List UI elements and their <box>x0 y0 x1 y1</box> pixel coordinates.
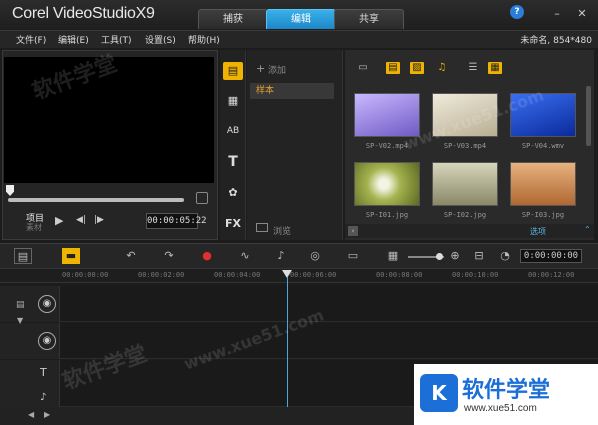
folder-sample[interactable]: 样本 <box>250 83 334 99</box>
library-scrollbar[interactable] <box>586 86 591 146</box>
ruler-tick: 00:00:10:00 <box>452 271 499 279</box>
prev-frame-icon[interactable]: ◀| <box>76 215 86 225</box>
track-manager-icon[interactable]: ▤ <box>16 300 25 310</box>
tab-share[interactable]: 共享 <box>334 9 404 29</box>
motion-tracking-icon[interactable]: ◎ <box>306 248 324 264</box>
menu-help[interactable]: 帮助(H) <box>188 33 220 46</box>
clock-icon[interactable]: ◔ <box>496 248 514 264</box>
browse-label[interactable]: 浏览 <box>273 224 291 237</box>
menu-edit[interactable]: 编辑(E) <box>58 33 89 46</box>
watermark-logo-icon: K <box>420 374 458 412</box>
filter-icon[interactable]: FX <box>223 215 243 233</box>
title-icon[interactable]: T <box>223 153 243 171</box>
enlarge-preview-icon[interactable] <box>196 192 208 204</box>
collapse-icon[interactable]: ‹ <box>348 226 358 236</box>
menu-file[interactable]: 文件(F) <box>16 33 46 46</box>
watermark-title: 软件学堂 <box>462 378 551 403</box>
ruler-tick: 00:00:08:00 <box>376 271 423 279</box>
title-track-icon[interactable]: T <box>40 366 47 379</box>
graphic-icon[interactable]: ✿ <box>223 184 243 202</box>
sound-mixer-icon[interactable]: ∿ <box>236 248 254 264</box>
auto-music-icon[interactable]: ♪ <box>272 248 290 264</box>
show-videos-icon[interactable]: ▤ <box>386 62 400 74</box>
show-photos-icon[interactable]: ▨ <box>410 62 424 74</box>
zoom-in-icon[interactable]: ⊕ <box>446 248 464 264</box>
app-logo: Corel VideoStudioX9 <box>12 5 155 22</box>
thumbnail-view-icon[interactable]: ▦ <box>488 62 502 74</box>
close-icon[interactable]: ✕ <box>575 7 589 21</box>
add-folder-label[interactable]: 添加 <box>268 63 286 76</box>
scroll-left-icon[interactable]: ◀ <box>28 410 34 419</box>
transition-icon[interactable]: AB <box>223 122 243 140</box>
thumbnail[interactable] <box>510 162 576 206</box>
scroll-right-icon[interactable]: ▶ <box>44 410 50 419</box>
player-timecode[interactable]: 00:00:05:22 <box>146 213 207 229</box>
thumbnail[interactable] <box>354 162 420 206</box>
voice-track-icon[interactable]: ♪ <box>40 392 46 403</box>
thumbnail-caption: SP-I03.jpg <box>521 211 565 219</box>
record-capture-icon[interactable]: ● <box>198 248 216 264</box>
video-track-icon[interactable]: ◉ <box>38 295 56 313</box>
storyboard-view-icon[interactable]: ▤ <box>14 248 32 264</box>
thumbnail-caption: SP-V03.mp4 <box>443 142 487 150</box>
undo-icon[interactable]: ↶ <box>122 248 140 264</box>
overlay-track-icon[interactable]: ◉ <box>38 332 56 350</box>
track-header <box>0 390 60 407</box>
redo-icon[interactable]: ↷ <box>160 248 178 264</box>
ruler-tick: 00:00:02:00 <box>138 271 185 279</box>
options-button[interactable]: 选项 <box>530 226 546 237</box>
tab-capture[interactable]: 捕获 <box>198 9 268 29</box>
folder-icon[interactable]: ▭ <box>356 62 370 74</box>
multi-trim-icon[interactable]: ▦ <box>384 248 402 264</box>
mode-clip[interactable]: 素材 <box>26 222 42 233</box>
ruler-tick: 00:00:04:00 <box>214 271 261 279</box>
browse-icon[interactable] <box>256 223 268 232</box>
thumbnail[interactable] <box>432 162 498 206</box>
media-icon[interactable]: ▤ <box>223 62 243 80</box>
scrubber-bar[interactable] <box>8 198 184 202</box>
thumbnail[interactable] <box>354 93 420 137</box>
project-info: 未命名, 854*480 <box>520 36 592 46</box>
ruler-tick: 00:00:12:00 <box>528 271 575 279</box>
fit-project-icon[interactable]: ⊟ <box>470 248 488 264</box>
library-folders <box>247 50 343 240</box>
timeline-view-icon[interactable]: ▬ <box>62 248 80 264</box>
subtitle-editor-icon[interactable]: ▭ <box>344 248 362 264</box>
thumbnail-caption: SP-I01.jpg <box>365 211 409 219</box>
instant-project-icon[interactable]: ▦ <box>223 92 243 110</box>
zoom-slider-handle[interactable] <box>436 253 443 260</box>
library-status-bar <box>345 224 594 238</box>
ruler-tick: 00:00:06:00 <box>290 271 337 279</box>
chevron-up-icon[interactable]: ⌃ <box>584 225 591 234</box>
next-frame-icon[interactable]: |▶ <box>94 215 104 225</box>
watermark-site-url: www.xue51.com <box>464 403 537 414</box>
menu-bar <box>0 30 598 48</box>
playhead-line <box>287 277 288 412</box>
list-view-icon[interactable]: ☰ <box>466 62 480 74</box>
thumbnail-caption: SP-V04.wmv <box>521 142 565 150</box>
menu-tools[interactable]: 工具(T) <box>101 33 132 46</box>
show-audio-icon[interactable]: ♫ <box>435 62 449 74</box>
tab-edit[interactable]: 编辑 <box>266 9 336 29</box>
ruler-tick: 00:00:00:00 <box>62 271 109 279</box>
timeline-timecode[interactable]: 0:00:00:00 <box>520 249 582 263</box>
menu-settings[interactable]: 设置(S) <box>145 33 176 46</box>
thumbnail-caption: SP-I02.jpg <box>443 211 487 219</box>
play-icon[interactable]: ▶ <box>55 214 63 227</box>
minimize-icon[interactable]: – <box>550 7 564 21</box>
chevron-down-icon[interactable]: ▼ <box>17 316 23 325</box>
add-folder-icon[interactable]: + <box>256 62 265 75</box>
help-icon[interactable]: ? <box>510 5 524 19</box>
